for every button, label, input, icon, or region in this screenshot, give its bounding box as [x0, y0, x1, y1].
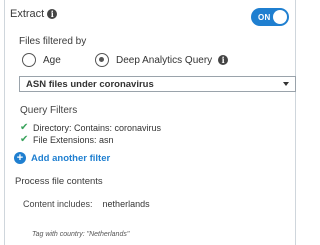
check-icon: ✔	[20, 134, 29, 145]
process-file-contents-title: Process file contents	[15, 176, 103, 187]
extract-label: Extract	[10, 8, 45, 20]
chevron-down-icon	[283, 82, 289, 86]
files-filtered-label: Files filtered by	[19, 36, 87, 47]
radio-label-deep-analytics-query: Deep Analytics Query	[116, 54, 213, 66]
radio-button-deep-analytics-query[interactable]	[95, 53, 109, 67]
radio-label-age: Age	[43, 54, 61, 66]
content-includes-row: Content includes: netherlands	[23, 199, 150, 209]
info-icon[interactable]: i	[47, 9, 58, 19]
info-icon[interactable]: i	[218, 55, 229, 65]
tag-note: Tag with country: "Netherlands"	[32, 231, 130, 238]
add-filter-button[interactable]: + Add another filter	[14, 152, 110, 164]
filter-text: Directory: Contains: coronavirus	[33, 122, 162, 133]
add-filter-label: Add another filter	[31, 152, 111, 164]
query-select[interactable]: ASN files under coronavirus	[19, 76, 296, 92]
radio-deep-analytics-query[interactable]: Deep Analytics Query i	[95, 53, 229, 67]
extract-toggle[interactable]: ON	[251, 8, 289, 26]
toggle-label: ON	[258, 12, 271, 22]
content-includes-value: netherlands	[102, 199, 150, 209]
query-filters-title: Query Filters	[20, 105, 78, 116]
check-icon: ✔	[20, 122, 29, 133]
query-select-value: ASN files under coronavirus	[26, 78, 154, 90]
extract-header: Extract i	[10, 8, 58, 20]
toggle-knob	[273, 10, 287, 24]
radio-age[interactable]: Age	[22, 53, 61, 67]
content-includes-label: Content includes:	[23, 199, 93, 209]
filter-item: ✔ Directory: Contains: coronavirus	[20, 122, 161, 133]
plus-icon: +	[14, 152, 26, 164]
filter-item: ✔ File Extensions: asn	[20, 134, 114, 145]
filter-text: File Extensions: asn	[33, 134, 114, 145]
radio-button-age[interactable]	[22, 53, 36, 67]
